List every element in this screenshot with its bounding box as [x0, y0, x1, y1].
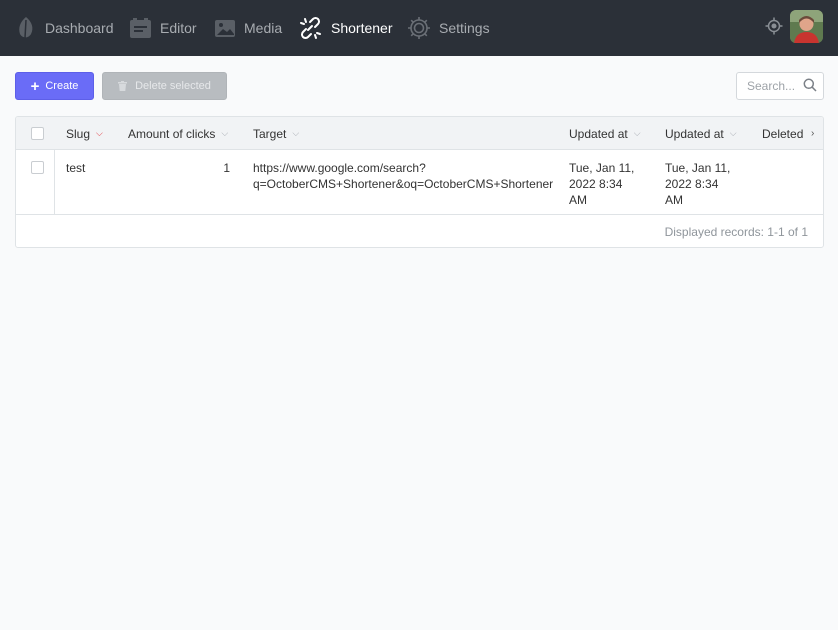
- cell-updated-at: Tue, Jan 11, 2022 8:34 AM: [569, 161, 635, 207]
- table-row[interactable]: test 1 https://www.google.com/search? q=…: [16, 150, 823, 215]
- avatar[interactable]: [790, 10, 823, 43]
- crosshair-icon[interactable]: [765, 17, 783, 40]
- search-box: [736, 72, 824, 100]
- column-header-target[interactable]: Target ⌵: [253, 117, 299, 150]
- media-icon: [214, 19, 236, 38]
- sort-icon: ⌵: [729, 128, 737, 138]
- nav-label: Editor: [160, 20, 197, 36]
- plus-icon: +: [30, 77, 40, 95]
- create-button[interactable]: + Create: [15, 72, 94, 100]
- leaf-icon: [16, 16, 37, 40]
- cell-target: https://www.google.com/search? q=October…: [253, 161, 554, 191]
- trash-icon: [118, 81, 128, 91]
- nav-label: Settings: [439, 20, 490, 36]
- nav-label: Shortener: [331, 20, 393, 36]
- create-label: Create: [45, 80, 79, 92]
- nav-item-settings[interactable]: Settings: [407, 0, 490, 56]
- row-checkbox[interactable]: [31, 161, 44, 174]
- nav-item-media[interactable]: Media: [214, 0, 282, 56]
- column-header-clicks[interactable]: Amount of clicks ⌵: [128, 117, 228, 150]
- nav-item-shortener[interactable]: Shortener: [298, 0, 392, 56]
- delete-label: Delete selected: [135, 80, 211, 92]
- column-header-slug[interactable]: Slug ⌵: [66, 117, 103, 150]
- editor-icon: [129, 17, 152, 40]
- cell-updated-at-2: Tue, Jan 11, 2022 8:34 AM: [665, 161, 731, 207]
- records-table: Slug ⌵ Amount of clicks ⌵ Target ⌵ Updated …: [15, 116, 824, 248]
- search-icon[interactable]: [803, 78, 817, 97]
- cell-slug: test: [66, 161, 86, 175]
- sort-icon: ⌵: [633, 128, 641, 138]
- nav-item-editor[interactable]: Editor: [129, 0, 197, 56]
- column-header-updated-at[interactable]: Updated at ⌵: [569, 117, 641, 150]
- search-input[interactable]: [737, 73, 807, 99]
- column-header-updated-at-2[interactable]: Updated at ⌵: [665, 117, 737, 150]
- top-navbar: Dashboard Editor Media Shortener Setting…: [0, 0, 838, 56]
- delete-selected-button[interactable]: Delete selected: [102, 72, 227, 100]
- chevron-right-icon[interactable]: ›: [811, 117, 814, 150]
- records-count: Displayed records: 1-1 of 1: [664, 225, 808, 239]
- sort-icon: ⌵: [221, 128, 229, 138]
- nav-label: Media: [244, 20, 283, 36]
- link-icon: [298, 16, 323, 41]
- column-header-deleted[interactable]: Deleted: [762, 117, 803, 150]
- sort-desc-icon: ⌵: [96, 128, 103, 138]
- sort-icon: ⌵: [292, 128, 300, 138]
- cell-clicks: 1: [223, 161, 230, 175]
- table-header: Slug ⌵ Amount of clicks ⌵ Target ⌵ Updated …: [16, 117, 823, 150]
- gear-icon: [407, 16, 431, 40]
- nav-label: Dashboard: [45, 20, 114, 36]
- divider: [54, 150, 55, 215]
- select-all-checkbox[interactable]: [31, 127, 44, 140]
- nav-item-dashboard[interactable]: Dashboard: [16, 0, 114, 56]
